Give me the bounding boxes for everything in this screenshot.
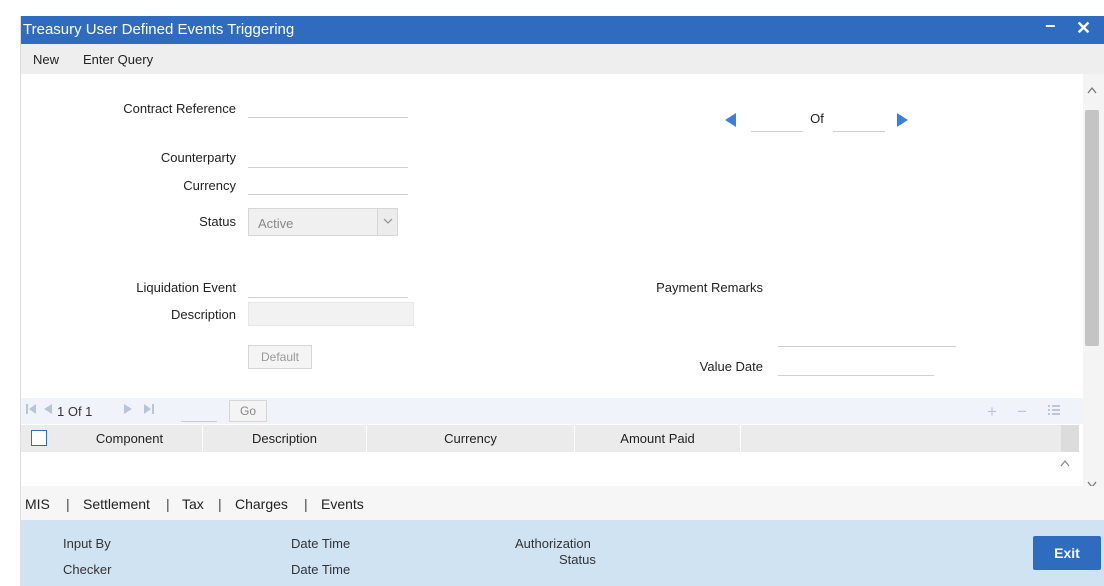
tab-separator: | bbox=[304, 496, 308, 512]
tab-separator: | bbox=[66, 496, 70, 512]
window-title: Treasury User Defined Events Triggering bbox=[23, 21, 295, 38]
contract-reference-input[interactable] bbox=[248, 96, 408, 118]
tab-separator: | bbox=[166, 496, 170, 512]
payment-remarks-label: Payment Remarks bbox=[656, 280, 763, 295]
input-date-time-label: Date Time bbox=[291, 536, 351, 551]
first-page-icon[interactable] bbox=[25, 403, 37, 418]
menu-new[interactable]: New bbox=[33, 52, 59, 67]
next-record-icon[interactable] bbox=[897, 113, 908, 127]
current-record-input[interactable] bbox=[751, 110, 803, 132]
contract-reference-label: Contract Reference bbox=[123, 101, 236, 116]
tab-separator: | bbox=[218, 496, 222, 512]
select-all-checkbox[interactable] bbox=[31, 430, 47, 446]
authorization-label: Authorization bbox=[515, 536, 591, 551]
tabs-bar: MIS | Settlement | Tax | Charges | Event… bbox=[21, 486, 1104, 520]
payment-remarks-input[interactable] bbox=[778, 325, 956, 347]
previous-record-icon[interactable] bbox=[725, 113, 736, 127]
previous-page-icon[interactable] bbox=[43, 403, 53, 418]
app-window: Treasury User Defined Events Triggering … bbox=[20, 16, 1104, 586]
input-by-label: Input By bbox=[63, 536, 111, 551]
checker-date-time-label: Date Time bbox=[291, 562, 351, 577]
menu-bar: New Enter Query bbox=[21, 44, 1104, 74]
counterparty-label: Counterparty bbox=[160, 150, 236, 165]
default-button[interactable]: Default bbox=[248, 345, 312, 369]
tab-events[interactable]: Events bbox=[321, 496, 364, 512]
currency-label: Currency bbox=[183, 178, 236, 193]
exit-button[interactable]: Exit bbox=[1033, 536, 1101, 570]
grid-header-scrollbar bbox=[1061, 425, 1079, 452]
tab-tax[interactable]: Tax bbox=[182, 496, 204, 512]
description-input bbox=[248, 302, 414, 326]
grid-scroll-up-icon[interactable] bbox=[1059, 456, 1071, 470]
close-icon[interactable]: ✕ bbox=[1076, 18, 1091, 39]
tab-charges[interactable]: Charges bbox=[235, 496, 288, 512]
status-selected-value: Active bbox=[258, 216, 294, 231]
column-header-amount-paid[interactable]: Amount Paid bbox=[575, 425, 741, 452]
grid-header: Component Description Currency Amount Pa… bbox=[21, 425, 1061, 452]
value-date-input[interactable] bbox=[778, 354, 934, 376]
currency-input[interactable] bbox=[248, 173, 408, 195]
column-header-currency[interactable]: Currency bbox=[367, 425, 575, 452]
next-page-icon[interactable] bbox=[123, 403, 133, 418]
liquidation-event-input[interactable] bbox=[248, 276, 408, 298]
column-header-component[interactable]: Component bbox=[57, 425, 203, 452]
authorization-status-label: Status bbox=[559, 552, 596, 567]
tab-settlement[interactable]: Settlement bbox=[83, 496, 150, 512]
tab-mis[interactable]: MIS bbox=[25, 496, 50, 512]
record-of-label: Of bbox=[810, 111, 824, 126]
add-row-icon[interactable]: + bbox=[987, 402, 997, 422]
go-button[interactable]: Go bbox=[229, 400, 267, 422]
menu-enter-query[interactable]: Enter Query bbox=[83, 52, 153, 67]
status-select[interactable]: Active bbox=[248, 208, 398, 236]
checker-label: Checker bbox=[63, 562, 112, 577]
pager-text: 1 Of 1 bbox=[57, 404, 93, 419]
total-records-input bbox=[833, 110, 885, 132]
chevron-down-icon bbox=[377, 209, 397, 235]
counterparty-input[interactable] bbox=[248, 146, 408, 168]
audit-footer: Input By Checker Date Time Date Time Aut… bbox=[21, 520, 1104, 586]
status-label: Status bbox=[199, 214, 236, 229]
description-label: Description bbox=[170, 307, 236, 322]
value-date-label: Value Date bbox=[699, 359, 763, 374]
single-view-icon[interactable] bbox=[1047, 402, 1061, 422]
liquidation-event-label: Liquidation Event bbox=[136, 280, 236, 295]
scroll-up-icon[interactable] bbox=[1086, 82, 1098, 97]
form-area: Contract Reference Counterparty Currency… bbox=[21, 74, 1083, 396]
delete-row-icon[interactable]: − bbox=[1017, 402, 1027, 422]
last-page-icon[interactable] bbox=[143, 403, 155, 418]
page-number-input[interactable] bbox=[181, 402, 217, 422]
scrollbar-thumb[interactable] bbox=[1085, 110, 1099, 346]
column-header-description[interactable]: Description bbox=[203, 425, 367, 452]
vertical-scrollbar[interactable] bbox=[1083, 74, 1104, 498]
minimize-icon[interactable]: − bbox=[1045, 16, 1056, 37]
grid-toolbar: 1 Of 1 Go + − bbox=[21, 398, 1083, 424]
title-bar: Treasury User Defined Events Triggering … bbox=[21, 16, 1104, 44]
